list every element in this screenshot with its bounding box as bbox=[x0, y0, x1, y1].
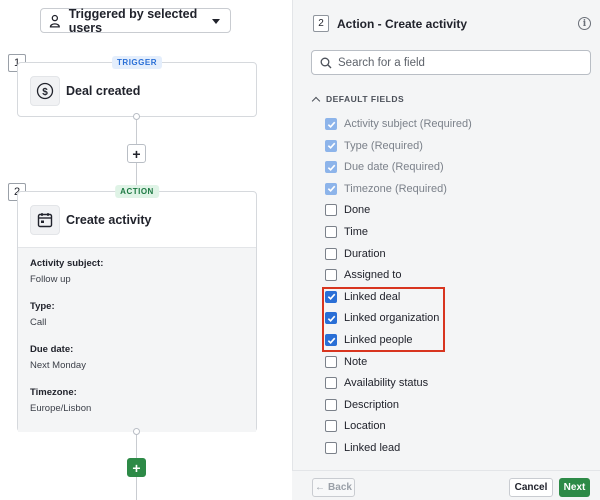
checkmark-icon bbox=[327, 121, 335, 128]
add-step-button[interactable]: + bbox=[127, 144, 146, 163]
field-checkbox-label: Description bbox=[344, 398, 400, 411]
highlight-box bbox=[322, 287, 445, 352]
summary-field: Activity subject: Follow up bbox=[30, 258, 244, 285]
field-checkbox-row[interactable]: Location bbox=[325, 417, 386, 435]
action-title: Create activity bbox=[66, 212, 152, 227]
add-step-button-green[interactable]: + bbox=[127, 458, 146, 477]
checkbox[interactable] bbox=[325, 398, 337, 411]
panel-header: 2 Action - Create activity bbox=[313, 15, 467, 32]
checkbox-checked bbox=[325, 139, 337, 152]
field-checkbox-label: Due date (Required) bbox=[344, 161, 444, 174]
panel-step-number: 2 bbox=[313, 15, 329, 32]
summary-field-label: Type: bbox=[30, 301, 55, 312]
checkbox[interactable] bbox=[325, 355, 337, 368]
field-checkbox-label: Location bbox=[344, 420, 386, 433]
checkmark-icon bbox=[327, 164, 335, 171]
summary-field-label: Timezone: bbox=[30, 387, 77, 398]
summary-field: Timezone: Europe/Lisbon bbox=[30, 387, 244, 414]
field-checkbox-label: Note bbox=[344, 355, 368, 368]
cancel-button[interactable]: Cancel bbox=[509, 478, 553, 497]
workflow-canvas: Triggered by selected users 1 TRIGGER $ … bbox=[0, 0, 292, 500]
checkbox[interactable] bbox=[325, 247, 337, 260]
checkmark-icon bbox=[327, 185, 335, 193]
field-checkbox-label: Done bbox=[344, 204, 371, 217]
section-label: DEFAULT FIELDS bbox=[326, 94, 405, 104]
default-fields-toggle[interactable]: DEFAULT FIELDS bbox=[311, 94, 405, 105]
field-checkbox-label: Timezone (Required) bbox=[344, 182, 447, 195]
checkbox[interactable] bbox=[325, 442, 337, 454]
user-icon bbox=[49, 14, 60, 27]
checkbox[interactable] bbox=[325, 204, 337, 217]
field-checkbox-row[interactable]: Type (Required) bbox=[325, 137, 423, 155]
field-checkbox-label: Time bbox=[344, 226, 369, 238]
panel-footer: ← Back Cancel Next bbox=[292, 470, 600, 500]
checkbox-checked bbox=[325, 161, 337, 174]
chevron-up-icon bbox=[311, 96, 321, 105]
trigger-title: Deal created bbox=[66, 83, 141, 98]
field-checkbox-row[interactable]: Timezone (Required) bbox=[325, 180, 447, 198]
checkbox[interactable] bbox=[325, 269, 337, 282]
summary-field-label: Activity subject: bbox=[30, 258, 104, 269]
field-checkbox-row[interactable]: Linked lead bbox=[325, 439, 400, 457]
trigger-badge: TRIGGER bbox=[112, 56, 162, 69]
next-button[interactable]: Next bbox=[559, 478, 590, 497]
trigger-mode-dropdown[interactable]: Triggered by selected users bbox=[40, 6, 231, 35]
field-checkbox-row[interactable]: Description bbox=[325, 396, 399, 414]
field-checkbox-label: Linked lead bbox=[344, 442, 401, 454]
field-checkbox-label: Activity subject (Required) bbox=[344, 118, 472, 130]
trigger-mode-label: Triggered by selected users bbox=[68, 6, 198, 35]
arrow-left-icon: ← bbox=[315, 482, 326, 493]
field-search[interactable] bbox=[311, 50, 591, 75]
search-input[interactable] bbox=[338, 56, 578, 69]
field-checkbox-label: Assigned to bbox=[344, 269, 402, 282]
action-summary: Activity subject: Follow up Type: Call D… bbox=[18, 247, 256, 432]
info-icon[interactable]: i bbox=[578, 17, 591, 30]
action-badge: ACTION bbox=[115, 185, 159, 198]
checkbox[interactable] bbox=[325, 226, 337, 238]
checkbox[interactable] bbox=[325, 377, 337, 390]
field-checkbox-row[interactable]: Due date (Required) bbox=[325, 158, 444, 176]
action-settings-panel: 2 Action - Create activity i DEFAULT FIE… bbox=[292, 0, 600, 500]
field-checkbox-row[interactable]: Assigned to bbox=[325, 266, 401, 284]
summary-field-label: Due date: bbox=[30, 344, 74, 355]
summary-field-value: Europe/Lisbon bbox=[30, 403, 92, 414]
summary-field-value: Call bbox=[30, 317, 47, 328]
field-checkbox-row[interactable]: Availability status bbox=[325, 374, 428, 392]
search-icon bbox=[320, 57, 332, 68]
panel-title: Action - Create activity bbox=[337, 16, 468, 31]
svg-text:$: $ bbox=[42, 87, 48, 98]
checkmark-icon bbox=[327, 142, 335, 150]
field-checkbox-label: Availability status bbox=[344, 377, 429, 390]
checkbox[interactable] bbox=[325, 420, 337, 433]
field-checkbox-row[interactable]: Note bbox=[325, 353, 367, 371]
trigger-card[interactable]: TRIGGER $ Deal created bbox=[17, 56, 257, 117]
field-checkbox-row[interactable]: Activity subject (Required) bbox=[325, 115, 472, 133]
caret-down-icon bbox=[212, 19, 220, 24]
back-label: Back bbox=[328, 482, 352, 493]
field-checkbox-label: Duration bbox=[344, 247, 386, 260]
checkbox-checked bbox=[325, 182, 337, 195]
connector-dot bbox=[133, 113, 140, 120]
field-checkbox-label: Type (Required) bbox=[344, 139, 423, 152]
field-checkbox-row[interactable]: Done bbox=[325, 201, 370, 219]
connector-dot bbox=[133, 428, 140, 435]
summary-field-value: Follow up bbox=[30, 274, 71, 285]
summary-field: Due date: Next Monday bbox=[30, 344, 244, 371]
checkbox-checked bbox=[325, 118, 337, 130]
field-checkbox-row[interactable]: Duration bbox=[325, 245, 386, 263]
dollar-icon: $ bbox=[30, 75, 60, 106]
calendar-icon bbox=[30, 204, 60, 235]
summary-field: Type: Call bbox=[30, 301, 244, 328]
action-card[interactable]: ACTION Create activity Activity subject:… bbox=[17, 185, 257, 432]
field-checkbox-row[interactable]: Time bbox=[325, 223, 368, 241]
summary-field-value: Next Monday bbox=[30, 360, 86, 371]
back-button[interactable]: ← Back bbox=[312, 478, 355, 497]
